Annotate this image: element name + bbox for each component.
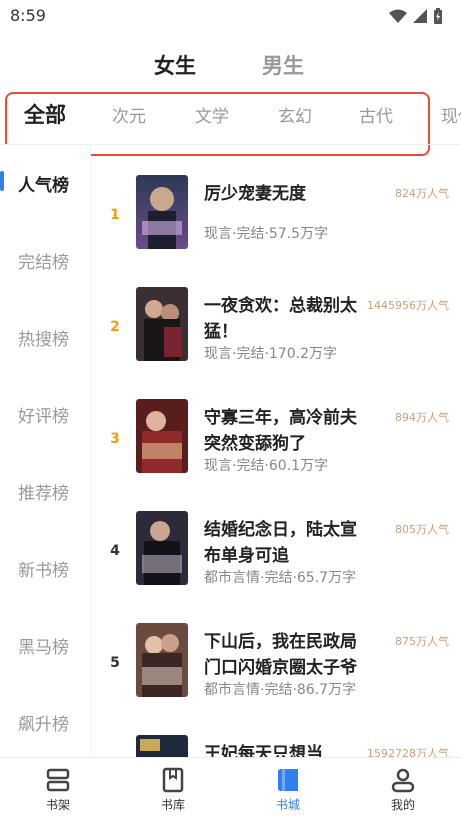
book-title: 一夜贪欢：总裁别太猛！ — [204, 296, 357, 342]
book-popularity: 1445956万人气 — [367, 299, 449, 312]
sidebar-item-new[interactable]: 新书榜 — [0, 556, 90, 581]
sidebar-item-popular[interactable]: 人气榜 — [0, 171, 90, 196]
nav-bookstore[interactable]: 书城 — [248, 766, 328, 813]
tab-female[interactable]: 女生 — [154, 50, 196, 80]
tab-male[interactable]: 男生 — [262, 50, 304, 80]
category-literature[interactable]: 文学 — [195, 102, 229, 127]
book-cover — [136, 735, 188, 757]
sidebar-item-dark-horse[interactable]: 黑马榜 — [0, 633, 90, 658]
nav-label: 书库 — [160, 798, 185, 812]
rank-number: 4 — [110, 543, 120, 559]
book-cover — [136, 623, 188, 697]
book-popularity: 1592728万人气 — [367, 747, 449, 757]
sidebar-item-rising[interactable]: 飙升榜 — [0, 710, 90, 735]
category-modern[interactable]: 现代 — [441, 102, 461, 127]
book-cover — [136, 287, 188, 361]
bottom-nav: 书架 书库 书城 我的 — [0, 757, 461, 821]
bookshelf-icon — [46, 768, 70, 792]
book-meta: 都市言情·完结·86.7万字 — [204, 682, 357, 698]
book-cover — [136, 175, 188, 249]
nav-label: 书架 — [45, 798, 70, 812]
book-row[interactable]: 3 守寡三年，高冷前夫突然变舔狗了 现言·完结·60.1万字 894万人气 — [92, 369, 461, 481]
signal-icon — [413, 9, 427, 23]
book-cover — [136, 511, 188, 585]
book-meta: 现言·完结·57.5万字 — [204, 226, 329, 242]
nav-label: 书城 — [275, 798, 300, 812]
category-all[interactable]: 全部 — [24, 99, 66, 129]
book-popularity: 824万人气 — [395, 187, 449, 200]
nav-bookshelf[interactable]: 书架 — [18, 766, 98, 813]
book-popularity: 894万人气 — [395, 411, 449, 424]
book-meta: 现言·完结·170.2万字 — [204, 346, 337, 362]
category-ancient[interactable]: 古代 — [359, 102, 393, 127]
category-fantasy[interactable]: 玄幻 — [278, 102, 312, 127]
rank-number: 3 — [110, 431, 120, 447]
sidebar-item-recommended[interactable]: 推荐榜 — [0, 479, 90, 504]
book-popularity: 805万人气 — [395, 523, 449, 536]
status-time: 8:59 — [10, 6, 46, 25]
book-title: 下山后，我在民政局门口闪婚京圈太子爷 — [204, 632, 357, 678]
book-title: 厉少宠妻无度 — [204, 184, 306, 204]
book-title: 王妃每天只想当 — [204, 744, 323, 757]
gender-tabs: 女生 男生 — [0, 50, 461, 82]
sidebar-item-hot-search[interactable]: 热搜榜 — [0, 325, 90, 350]
nav-label: 我的 — [390, 798, 415, 812]
profile-icon — [391, 768, 415, 793]
book-row[interactable]: 5 下山后，我在民政局门口闪婚京圈太子爷 都市言情·完结·86.7万字 875万… — [92, 593, 461, 705]
book-row[interactable]: 1 厉少宠妻无度 现言·完结·57.5万字 824万人气 — [92, 145, 461, 257]
book-row[interactable]: 2 一夜贪欢：总裁别太猛！ 现言·完结·170.2万字 1445956万人气 — [92, 257, 461, 369]
nav-profile[interactable]: 我的 — [363, 766, 443, 813]
book-title: 守寡三年，高冷前夫突然变舔狗了 — [204, 408, 357, 454]
sidebar-item-top-rated[interactable]: 好评榜 — [0, 402, 90, 427]
rank-number: 1 — [110, 207, 120, 223]
category-tabs: 全部 次元 文学 玄幻 古代 现代 — [0, 90, 461, 142]
rank-number: 2 — [110, 319, 120, 335]
wifi-icon — [389, 9, 407, 23]
status-bar: 8:59 — [0, 0, 461, 32]
sidebar-item-finished[interactable]: 完结榜 — [0, 248, 90, 273]
book-row[interactable]: 4 结婚纪念日，陆太宣布单身可追 都市言情·完结·65.7万字 805万人气 — [92, 481, 461, 593]
bookstore-icon — [278, 769, 298, 791]
rank-sidebar: 人气榜 完结榜 热搜榜 好评榜 推荐榜 新书榜 黑马榜 飙升榜 — [0, 145, 91, 757]
book-meta: 都市言情·完结·65.7万字 — [204, 570, 357, 586]
library-icon — [162, 767, 184, 793]
book-title: 结婚纪念日，陆太宣布单身可追 — [204, 520, 357, 566]
book-list: 1 厉少宠妻无度 现言·完结·57.5万字 824万人气 2 一夜贪欢：总裁别太… — [92, 145, 461, 757]
nav-library[interactable]: 书库 — [133, 766, 213, 813]
book-popularity: 875万人气 — [395, 635, 449, 648]
battery-icon — [434, 8, 442, 24]
book-cover — [136, 399, 188, 473]
book-row[interactable]: 王妃每天只想当 1592728万人气 — [92, 705, 461, 757]
rank-number: 5 — [110, 655, 120, 671]
category-ciyuan[interactable]: 次元 — [112, 102, 146, 127]
book-meta: 现言·完结·60.1万字 — [204, 458, 329, 474]
